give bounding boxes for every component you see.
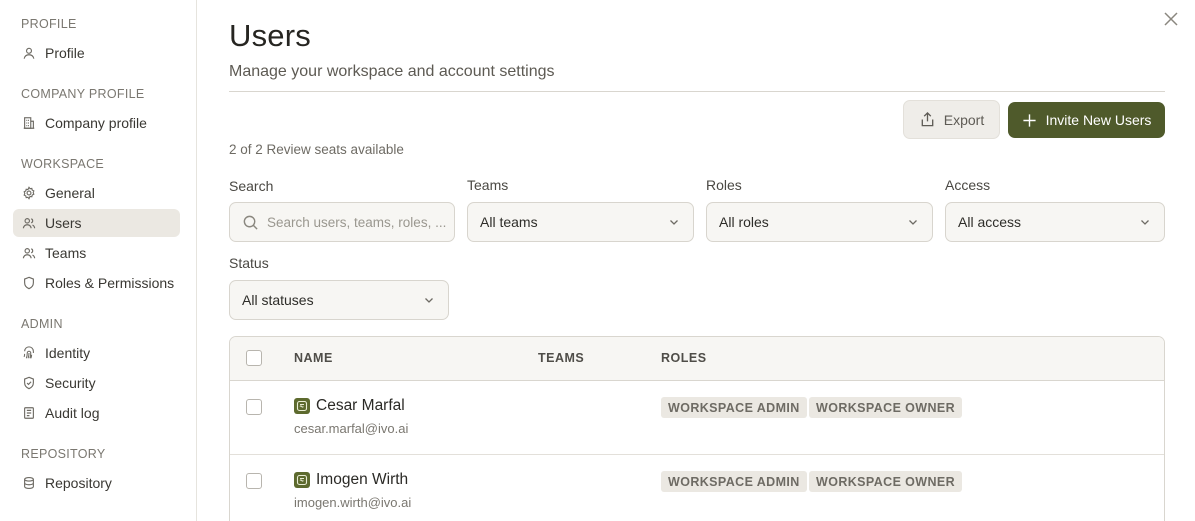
search-icon (243, 215, 258, 230)
shield-icon (22, 276, 36, 290)
section-title-company-profile: COMPANY PROFILE (21, 87, 145, 101)
page-title: Users (229, 18, 311, 53)
users-table: NAME TEAMS ROLES Cesar Marfal cesar.marf… (229, 336, 1165, 521)
search-input[interactable] (267, 214, 447, 230)
export-icon (921, 111, 934, 127)
header-divider (229, 91, 1165, 92)
table-header: NAME TEAMS ROLES (230, 337, 1164, 381)
user-email: imogen.wirth@ivo.ai (294, 495, 412, 510)
export-button[interactable]: Export (903, 100, 1000, 139)
invite-button-label: Invite New Users (1045, 112, 1152, 128)
role-tag: WORKSPACE ADMIN (661, 471, 807, 492)
sidebar-item-label: Identity (45, 345, 91, 361)
column-header-teams[interactable]: TEAMS (538, 351, 584, 365)
sidebar-item-teams[interactable]: Teams (13, 239, 180, 267)
database-icon (22, 476, 36, 490)
role-tag: WORKSPACE OWNER (809, 397, 963, 418)
sidebar-item-roles-permissions[interactable]: Roles & Permissions (13, 269, 180, 297)
access-filter-value: All access (958, 214, 1022, 230)
sidebar-item-label: Company profile (45, 115, 147, 131)
table-row[interactable]: Imogen Wirth imogen.wirth@ivo.ai WORKSPA… (230, 455, 1164, 521)
settings-sidebar: PROFILE Profile COMPANY PROFILE Company … (0, 0, 197, 521)
user-badge-icon (294, 398, 310, 414)
sidebar-item-label: Users (45, 215, 82, 231)
section-title-repository: REPOSITORY (21, 447, 106, 461)
section-title-admin: ADMIN (21, 317, 63, 331)
sidebar-item-audit-log[interactable]: Audit log (13, 399, 180, 427)
chevron-down-icon (909, 220, 917, 225)
status-filter-value: All statuses (242, 292, 314, 308)
plus-icon (1023, 113, 1036, 127)
sidebar-item-label: Security (45, 375, 96, 391)
chevron-down-icon (425, 298, 433, 303)
user-name-text: Cesar Marfal (316, 397, 405, 414)
roles-filter-label: Roles (706, 177, 742, 193)
users-icon (22, 216, 36, 230)
teams-filter-label: Teams (467, 177, 509, 193)
role-tag: WORKSPACE OWNER (809, 471, 963, 492)
access-filter-label: Access (945, 177, 991, 193)
close-icon[interactable] (1162, 10, 1180, 28)
row-checkbox[interactable] (246, 473, 262, 489)
access-filter-select[interactable]: All access (945, 202, 1165, 242)
role-tag: WORKSPACE ADMIN (661, 397, 807, 418)
chevron-down-icon (670, 220, 678, 225)
teams-filter-value: All teams (480, 214, 538, 230)
search-label: Search (229, 178, 274, 194)
section-title-workspace: WORKSPACE (21, 157, 105, 171)
user-email: cesar.marfal@ivo.ai (294, 421, 409, 436)
user-name[interactable]: Imogen Wirth (294, 471, 408, 489)
fingerprint-icon (22, 346, 36, 360)
audit-log-icon (22, 406, 36, 420)
sidebar-item-label: Roles & Permissions (45, 275, 175, 291)
sidebar-item-profile[interactable]: Profile (13, 39, 180, 67)
table-row[interactable]: Cesar Marfal cesar.marfal@ivo.ai WORKSPA… (230, 381, 1164, 455)
status-filter-select[interactable]: All statuses (229, 280, 449, 320)
seats-available-text: 2 of 2 Review seats available (229, 142, 404, 157)
teams-filter-select[interactable]: All teams (467, 202, 694, 242)
sidebar-item-label: Repository (45, 475, 112, 491)
status-filter-label: Status (229, 255, 269, 271)
column-header-roles[interactable]: ROLES (661, 351, 707, 365)
select-all-checkbox[interactable] (246, 350, 262, 366)
sidebar-item-security[interactable]: Security (13, 369, 180, 397)
sidebar-item-label: Teams (45, 245, 87, 261)
page-subtitle: Manage your workspace and account settin… (229, 63, 555, 80)
row-checkbox[interactable] (246, 399, 262, 415)
chevron-down-icon (1141, 220, 1149, 225)
sidebar-item-label: Profile (45, 45, 85, 61)
section-title-profile: PROFILE (21, 17, 77, 31)
sidebar-item-general[interactable]: General (13, 179, 180, 207)
sidebar-item-company-profile[interactable]: Company profile (13, 109, 180, 137)
sidebar-item-label: General (45, 185, 95, 201)
user-icon (22, 46, 36, 60)
user-name-text: Imogen Wirth (316, 471, 409, 488)
sidebar-item-identity[interactable]: Identity (13, 339, 180, 367)
export-button-label: Export (943, 111, 985, 128)
gear-icon (22, 186, 36, 200)
sidebar-item-users[interactable]: Users (13, 209, 180, 237)
shield-check-icon (22, 376, 36, 390)
user-badge-icon (294, 472, 310, 488)
sidebar-item-repository[interactable]: Repository (13, 469, 180, 497)
building-icon (22, 116, 36, 130)
sidebar-item-label: Audit log (45, 405, 100, 421)
user-name[interactable]: Cesar Marfal (294, 397, 405, 415)
roles-filter-value: All roles (719, 214, 769, 230)
search-field[interactable] (229, 202, 455, 242)
roles-filter-select[interactable]: All roles (706, 202, 933, 242)
invite-new-users-button[interactable]: Invite New Users (1008, 102, 1165, 138)
column-header-name[interactable]: NAME (294, 351, 333, 365)
team-icon (22, 246, 36, 260)
